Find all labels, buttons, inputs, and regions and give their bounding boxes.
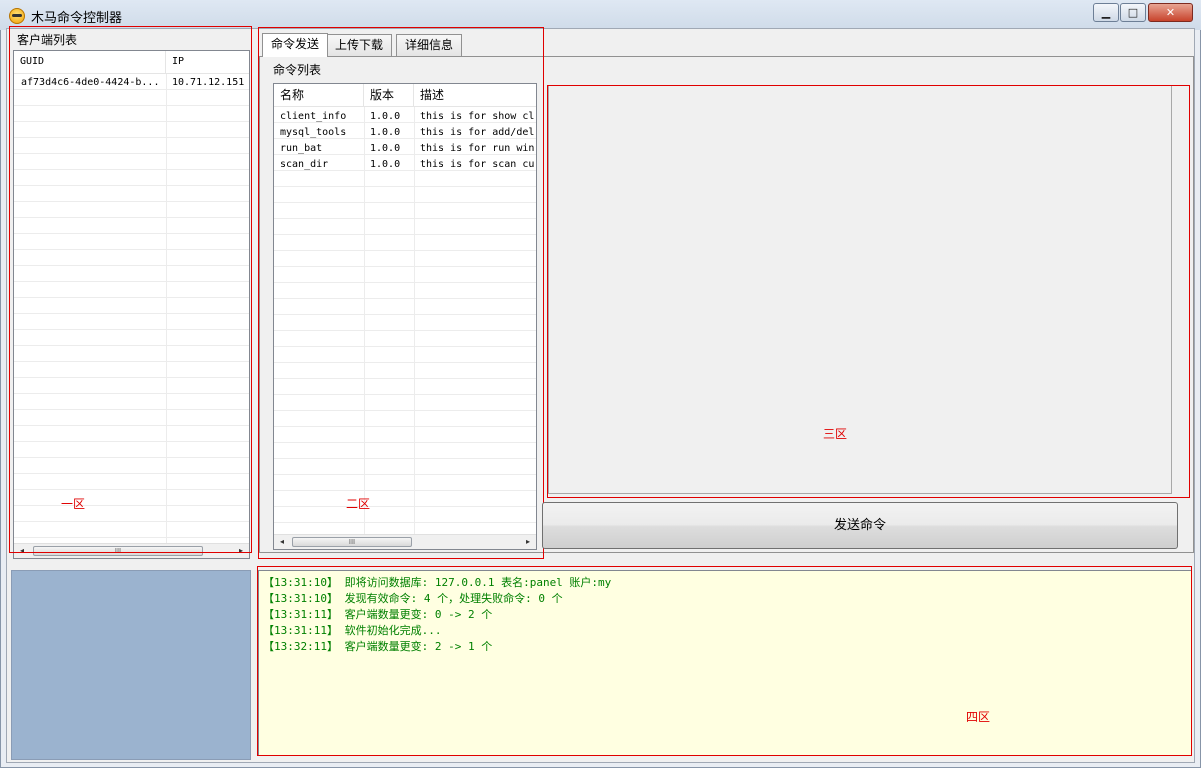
zone4-frame (257, 566, 1192, 756)
app-icon (9, 8, 25, 24)
zone1-frame (9, 26, 252, 553)
bottom-left-panel (11, 570, 251, 760)
zone3-label: 三区 (823, 427, 848, 441)
tab-command-send[interactable]: 命令发送 (262, 33, 329, 57)
minimize-button[interactable]: ▁ (1093, 3, 1119, 22)
zone2-frame (258, 27, 544, 559)
zone4-label: 四区 (966, 710, 991, 724)
close-button[interactable]: ✕ (1148, 3, 1193, 22)
zone1-label: 一区 (61, 497, 86, 511)
zone3-frame (547, 85, 1190, 498)
send-command-button[interactable]: 发送命令 (542, 502, 1178, 549)
maximize-button[interactable]: □ (1120, 3, 1146, 22)
zone2-label: 二区 (346, 497, 371, 511)
window-title: 木马命令控制器 (31, 11, 123, 26)
